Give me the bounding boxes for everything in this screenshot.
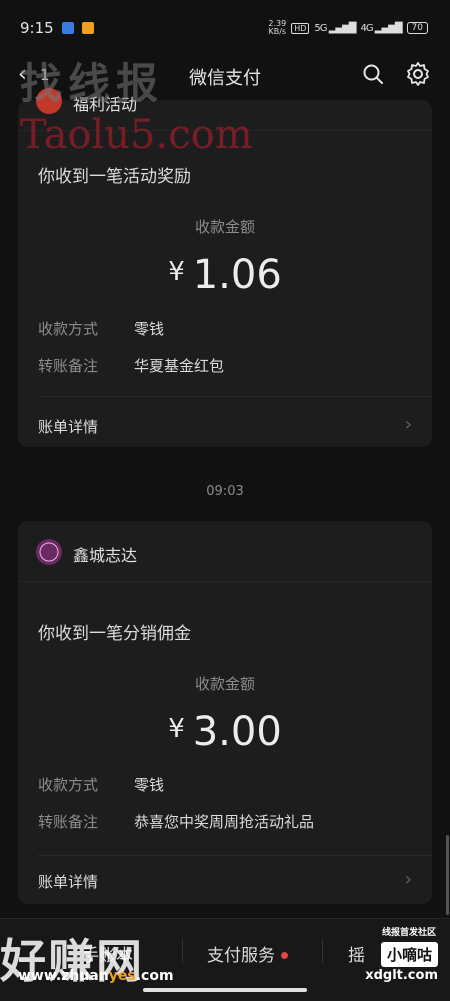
transaction-card[interactable]: 鑫城志达 你收到一笔分销佣金 收款金额 ¥3.00 收款方式 零钱 转账备注 恭…	[18, 521, 432, 904]
bottom-tab-pay-services[interactable]: 支付服务	[207, 941, 288, 966]
bill-details-link[interactable]: 账单详情	[38, 416, 98, 437]
amount-value: ¥3.00	[18, 709, 432, 755]
scrollbar-thumb[interactable]	[446, 835, 449, 915]
amount-value: ¥1.06	[18, 252, 432, 298]
chevron-right-icon: ›	[404, 869, 412, 890]
payment-method-label: 收款方式	[38, 776, 99, 794]
divider	[182, 939, 183, 963]
payment-method-value: 零钱	[134, 320, 165, 338]
remark-value: 华夏基金红包	[134, 357, 225, 375]
watermark-bottom-left-url: www.zhuanyes.com	[18, 968, 174, 984]
home-indicator[interactable]	[143, 988, 307, 992]
currency-symbol: ¥	[168, 257, 185, 287]
net-speed: 2.39 KB/s	[268, 19, 287, 36]
status-bar: 9:15 2.39 KB/s HD 5G ▂▄▆█ 4G ▂▄▆█ 70	[0, 0, 450, 44]
remark-value: 恭喜您中奖周周抢活动礼品	[134, 813, 315, 831]
watermark-top: 找线报	[20, 59, 165, 108]
app-notification-icon	[62, 22, 74, 34]
signal-5g-icon: 5G ▂▄▆█	[314, 22, 356, 34]
divider	[38, 855, 432, 856]
remark-label: 转账备注	[38, 813, 99, 831]
amount-label: 收款金额	[194, 218, 255, 236]
time-separator: 09:03	[206, 484, 244, 499]
battery-icon: 70	[406, 22, 428, 34]
watermark-bottom-right-url: xdglt.com	[365, 968, 438, 983]
divider	[322, 939, 323, 963]
merchant-name: 鑫城志达	[73, 546, 138, 565]
signal-4g-icon: 4G ▂▄▆█	[360, 22, 402, 34]
bottom-tab-right[interactable]: 摇	[348, 941, 365, 966]
card-header: 鑫城志达	[18, 521, 432, 582]
amount-label: 收款金额	[194, 675, 255, 693]
transaction-message: 你收到一笔分销佣金	[38, 624, 191, 644]
merchant-avatar	[36, 539, 62, 565]
payment-method-value: 零钱	[134, 776, 165, 794]
notification-dot	[281, 952, 288, 959]
watermark-bottom-right-caption: 线报首发社区	[381, 928, 436, 938]
bill-details-link[interactable]: 账单详情	[38, 871, 98, 892]
currency-symbol: ¥	[168, 714, 185, 744]
watermark-bottom-right-box: 小嘀咕	[380, 942, 438, 967]
amount-number: 3.00	[192, 709, 282, 755]
payment-method-label: 收款方式	[38, 320, 99, 338]
status-time: 9:15	[20, 19, 54, 37]
remark-label: 转账备注	[38, 357, 99, 375]
watermark-top-url: Taolu5.com	[20, 112, 253, 158]
divider	[38, 396, 432, 397]
message-notification-icon	[82, 22, 94, 34]
chevron-right-icon: ›	[404, 414, 412, 435]
transaction-message: 你收到一笔活动奖励	[38, 167, 191, 187]
hd-badge: HD	[291, 22, 310, 34]
amount-number: 1.06	[192, 252, 282, 298]
